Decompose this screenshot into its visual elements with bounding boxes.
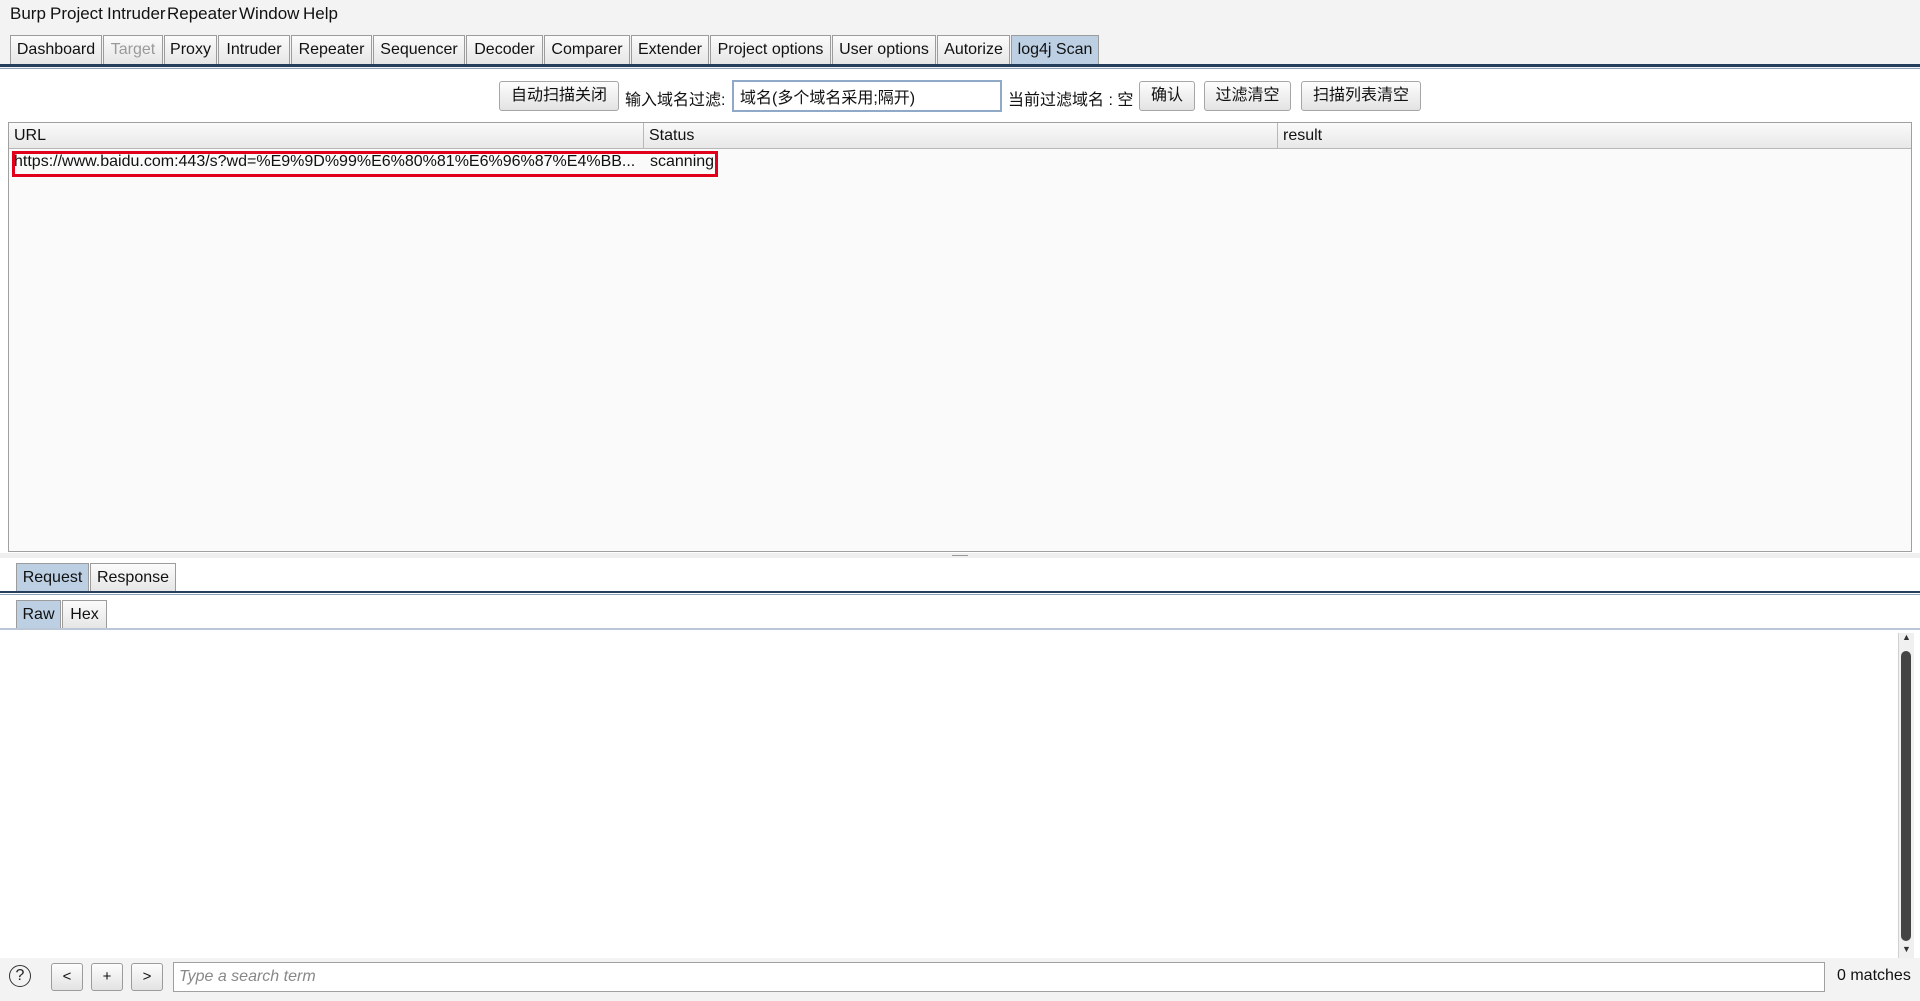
- menu-repeater[interactable]: Repeater: [167, 4, 237, 24]
- scrollbar-thumb[interactable]: [1901, 651, 1911, 941]
- column-header-result[interactable]: result: [1278, 123, 1911, 149]
- menu-window[interactable]: Window: [239, 4, 299, 24]
- tab-intruder[interactable]: Intruder: [218, 35, 290, 64]
- tab-raw[interactable]: Raw: [16, 600, 61, 628]
- menu-help[interactable]: Help: [303, 4, 338, 24]
- menu-bar: Burp Project Intruder Repeater Window He…: [0, 0, 1920, 29]
- message-tab-rule-secondary: [0, 594, 1920, 595]
- match-count: 0 matches: [1837, 967, 1911, 984]
- editor-scrollbar[interactable]: ▲ ▼: [1898, 632, 1914, 958]
- domain-filter-input[interactable]: [732, 80, 1002, 112]
- confirm-button[interactable]: 确认: [1139, 81, 1195, 111]
- menu-project[interactable]: Project: [50, 4, 103, 24]
- message-tab-rule: [0, 591, 1920, 593]
- tab-target[interactable]: Target: [103, 35, 163, 64]
- search-input[interactable]: [173, 962, 1825, 992]
- clear-filter-button[interactable]: 过滤清空: [1204, 81, 1291, 111]
- scroll-up-arrow-icon[interactable]: ▲: [1902, 632, 1911, 642]
- tab-dashboard[interactable]: Dashboard: [10, 35, 102, 64]
- menu-intruder[interactable]: Intruder: [107, 4, 166, 24]
- column-header-status[interactable]: Status: [644, 123, 1278, 149]
- filter-label: 输入域名过滤:: [625, 92, 726, 109]
- pane-splitter[interactable]: [0, 553, 1920, 558]
- tab-response[interactable]: Response: [90, 563, 176, 591]
- previous-match-button[interactable]: <: [51, 963, 83, 991]
- column-header-url[interactable]: URL: [9, 123, 644, 149]
- tab-repeater[interactable]: Repeater: [291, 35, 372, 64]
- tab-decoder[interactable]: Decoder: [466, 35, 543, 64]
- row-highlight-box: [12, 151, 718, 177]
- help-icon[interactable]: ?: [9, 965, 31, 987]
- scan-results-table: URL Status result https://www.baidu.com:…: [8, 122, 1912, 552]
- tab-rule-secondary: [0, 68, 1920, 69]
- tab-comparer[interactable]: Comparer: [544, 35, 630, 64]
- message-editor[interactable]: [6, 633, 1896, 958]
- tab-project-options[interactable]: Project options: [710, 35, 831, 64]
- row-result-cell[interactable]: [1280, 151, 1684, 173]
- clear-scan-list-button[interactable]: 扫描列表清空: [1301, 81, 1421, 111]
- tab-request[interactable]: Request: [16, 563, 89, 591]
- tab-user-options[interactable]: User options: [832, 35, 936, 64]
- main-tab-bar: Dashboard Target Proxy Intruder Repeater…: [0, 29, 1920, 68]
- tab-hex[interactable]: Hex: [62, 600, 107, 628]
- tab-proxy[interactable]: Proxy: [164, 35, 217, 64]
- add-search-button[interactable]: +: [91, 963, 123, 991]
- view-tab-rule: [0, 628, 1920, 630]
- menu-burp[interactable]: Burp: [10, 4, 46, 24]
- current-filter-label: 当前过滤域名 : 空: [1008, 92, 1134, 109]
- auto-scan-toggle-button[interactable]: 自动扫描关闭: [499, 81, 619, 111]
- scroll-down-arrow-icon[interactable]: ▼: [1902, 944, 1911, 954]
- next-match-button[interactable]: >: [131, 963, 163, 991]
- tab-extender[interactable]: Extender: [631, 35, 709, 64]
- tab-sequencer[interactable]: Sequencer: [373, 35, 465, 64]
- tab-log4j-scan[interactable]: log4j Scan: [1011, 35, 1099, 64]
- tab-rule: [0, 64, 1920, 67]
- tab-autorize[interactable]: Autorize: [937, 35, 1010, 64]
